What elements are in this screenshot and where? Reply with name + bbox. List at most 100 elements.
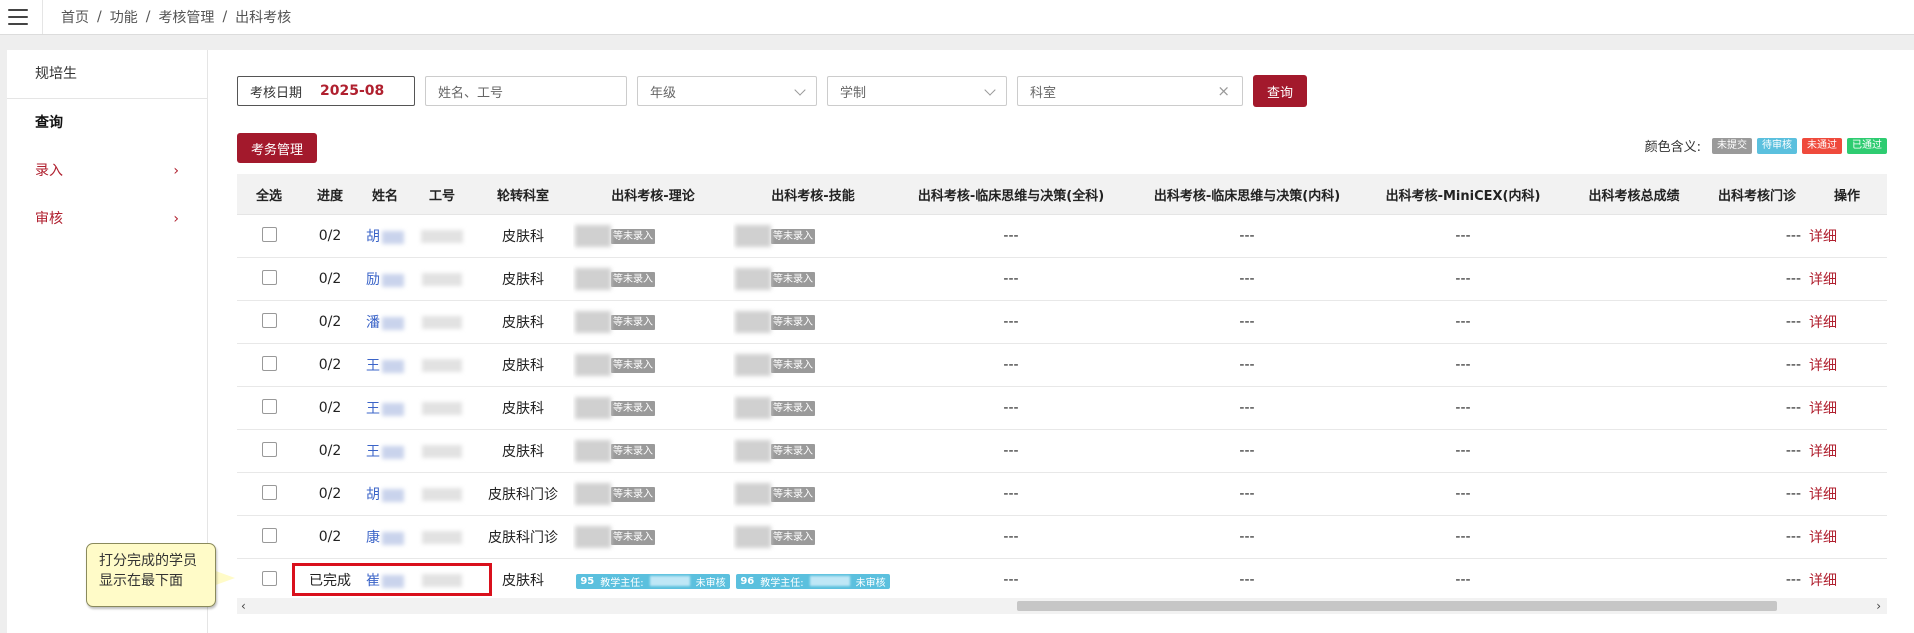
redacted-teacher xyxy=(575,311,611,333)
theory-cell: 等未录入 xyxy=(573,515,733,559)
outpatient-cell: --- xyxy=(1707,386,1807,430)
clinical-general-cell: --- xyxy=(893,386,1129,430)
row-checkbox[interactable] xyxy=(261,570,277,586)
status-badge: 等未录入 xyxy=(771,271,815,287)
table-header-row: 全选 进度 姓名 工号 轮转科室 出科考核-理论 出科考核-技能 出科考核-临床… xyxy=(237,174,1887,215)
legend-title: 颜色含义: xyxy=(1644,140,1701,155)
progress-cell: 0/2 xyxy=(301,386,359,430)
exam-date-picker[interactable]: 考核日期 2025-08 xyxy=(237,76,415,106)
progress-cell: 0/2 xyxy=(301,429,359,473)
clinical-internal-cell: --- xyxy=(1129,558,1365,602)
name-cell[interactable]: 胡 xyxy=(359,472,411,516)
table-row[interactable]: 0/2 康皮肤科门诊 等未录入 等未录入 --- --- --- --- 详细 xyxy=(237,515,1887,559)
chevron-down-icon xyxy=(984,84,996,96)
row-checkbox[interactable] xyxy=(261,398,277,414)
row-checkbox[interactable] xyxy=(261,226,277,242)
horizontal-scrollbar[interactable]: ‹ › xyxy=(237,598,1887,614)
scroll-left-icon[interactable]: ‹ xyxy=(241,599,246,613)
score-badge: 95 教学主任: 未审核 xyxy=(576,573,730,589)
row-checkbox[interactable] xyxy=(261,441,277,457)
clinical-general-cell: --- xyxy=(893,515,1129,559)
detail-link[interactable]: 详细 xyxy=(1807,558,1887,602)
redacted-name xyxy=(382,273,404,287)
row-checkbox[interactable] xyxy=(261,312,277,328)
redacted-id xyxy=(422,444,462,458)
breadcrumb-function[interactable]: 功能 xyxy=(110,7,138,27)
table-row[interactable]: 0/2 潘皮肤科 等未录入 等未录入 --- --- --- --- 详细 xyxy=(237,300,1887,344)
clinical-general-cell: --- xyxy=(893,558,1129,602)
detail-link[interactable]: 详细 xyxy=(1807,300,1887,344)
theory-cell: 等未录入 xyxy=(573,386,733,430)
table-row[interactable]: 0/2 胡皮肤科门诊 等未录入 等未录入 --- --- --- --- 详细 xyxy=(237,472,1887,516)
detail-link[interactable]: 详细 xyxy=(1807,343,1887,387)
table-row[interactable]: 0/2 励皮肤科 等未录入 等未录入 --- --- --- --- 详细 xyxy=(237,257,1887,301)
name-cell[interactable]: 潘 xyxy=(359,300,411,344)
staff-id-cell xyxy=(411,300,473,344)
theory-cell: 等未录入 xyxy=(573,214,733,258)
name-cell[interactable]: 王 xyxy=(359,429,411,473)
sidebar-item-label: 查询 xyxy=(35,115,63,131)
sidebar-item-review[interactable]: 审核 › xyxy=(7,195,207,243)
redacted-teacher xyxy=(735,440,771,462)
staff-id-cell xyxy=(411,257,473,301)
col-select-all[interactable]: 全选 xyxy=(237,174,301,215)
outpatient-cell: --- xyxy=(1707,558,1807,602)
minicex-cell: --- xyxy=(1365,257,1561,301)
menu-icon[interactable] xyxy=(8,9,28,25)
clinical-internal-cell: --- xyxy=(1129,257,1365,301)
minicex-cell: --- xyxy=(1365,472,1561,516)
reviewer-label: 教学主任: xyxy=(760,577,804,589)
status-badge: 等未录入 xyxy=(771,314,815,330)
department-select[interactable]: 科室 × xyxy=(1017,76,1243,106)
scrollbar-thumb[interactable] xyxy=(1017,601,1777,611)
name-cell[interactable]: 王 xyxy=(359,386,411,430)
main-area: 考核日期 2025-08 姓名、工号 年级 学制 科室 × 查询 考务管理 颜色… xyxy=(237,50,1887,633)
redacted-name xyxy=(382,531,404,545)
detail-link[interactable]: 详细 xyxy=(1807,429,1887,473)
skill-cell: 等未录入 xyxy=(733,386,893,430)
divider xyxy=(42,0,43,34)
minicex-cell: --- xyxy=(1365,214,1561,258)
name-cell[interactable]: 康 xyxy=(359,515,411,559)
row-checkbox[interactable] xyxy=(261,527,277,543)
skill-cell: 等未录入 xyxy=(733,515,893,559)
table-row[interactable]: 0/2 王皮肤科 等未录入 等未录入 --- --- --- --- 详细 xyxy=(237,429,1887,473)
sidebar-item-query[interactable]: 查询 xyxy=(7,99,207,147)
detail-link[interactable]: 详细 xyxy=(1807,386,1887,430)
sidebar-item-entry[interactable]: 录入 › xyxy=(7,147,207,195)
detail-link[interactable]: 详细 xyxy=(1807,515,1887,559)
name-cell[interactable]: 励 xyxy=(359,257,411,301)
table-row[interactable]: 0/2 王皮肤科 等未录入 等未录入 --- --- --- --- 详细 xyxy=(237,386,1887,430)
query-button[interactable]: 查询 xyxy=(1253,75,1308,107)
total-cell xyxy=(1561,343,1707,387)
row-checkbox[interactable] xyxy=(261,355,277,371)
table-row[interactable]: 0/2 胡皮肤科 等未录入 等未录入 --- --- --- --- 详细 xyxy=(237,214,1887,258)
breadcrumb-home[interactable]: 首页 xyxy=(61,7,89,27)
row-checkbox[interactable] xyxy=(261,484,277,500)
detail-link[interactable]: 详细 xyxy=(1807,214,1887,258)
breadcrumb-separator: / xyxy=(145,9,151,25)
grade-select[interactable]: 年级 xyxy=(637,76,817,106)
scroll-right-icon[interactable]: › xyxy=(1876,599,1881,613)
detail-link[interactable]: 详细 xyxy=(1807,472,1887,516)
col-exam-minicex: 出科考核-MiniCEX(内科) xyxy=(1365,174,1561,215)
clear-icon[interactable]: × xyxy=(1217,82,1230,100)
clinical-internal-cell: --- xyxy=(1129,214,1365,258)
name-search-input[interactable]: 姓名、工号 xyxy=(425,76,627,106)
name-cell[interactable]: 王 xyxy=(359,343,411,387)
redacted-reviewer xyxy=(809,576,850,586)
top-bar: 首页 / 功能 / 考核管理 / 出科考核 xyxy=(0,0,1914,35)
exam-admin-button[interactable]: 考务管理 xyxy=(237,133,318,163)
score-badge: 96 教学主任: 未审核 xyxy=(736,573,890,589)
system-select[interactable]: 学制 xyxy=(827,76,1007,106)
status-badge: 等未录入 xyxy=(611,486,655,502)
detail-link[interactable]: 详细 xyxy=(1807,257,1887,301)
row-checkbox[interactable] xyxy=(261,269,277,285)
dept-cell: 皮肤科 xyxy=(473,429,573,473)
name-cell[interactable]: 胡 xyxy=(359,214,411,258)
callout-tail xyxy=(213,570,235,586)
table-row[interactable]: 0/2 王皮肤科 等未录入 等未录入 --- --- --- --- 详细 xyxy=(237,343,1887,387)
grade-placeholder: 年级 xyxy=(650,85,677,101)
breadcrumb-exam-management[interactable]: 考核管理 xyxy=(158,7,214,27)
theory-cell: 等未录入 xyxy=(573,429,733,473)
